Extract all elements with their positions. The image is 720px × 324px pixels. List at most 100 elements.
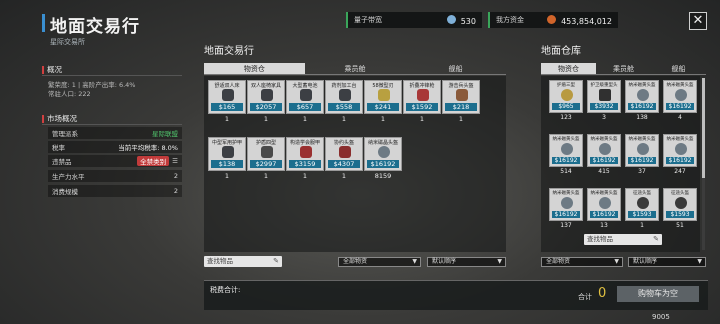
trade-tab-ships[interactable]: 舰船 bbox=[405, 63, 506, 74]
market-marker bbox=[42, 114, 44, 123]
trade-item[interactable]: 药剂加工台 $558 1 bbox=[325, 80, 363, 124]
warehouse-title: 地面仓库 bbox=[541, 46, 581, 57]
trade-item[interactable]: 纳米磁晶头盔 $16192 8159 bbox=[364, 137, 402, 181]
item-price: $4307 bbox=[328, 160, 360, 168]
trade-tab-crew[interactable]: 乘员舱 bbox=[305, 63, 406, 74]
item-thumb: 征途头盔 $1593 bbox=[663, 188, 697, 221]
chevron-down-icon: ▼ bbox=[412, 258, 417, 265]
warehouse-item[interactable]: 纳米磁黄头盔 $16192 415 bbox=[587, 134, 621, 176]
item-name: 纳米磁晶头盔 bbox=[367, 140, 398, 146]
item-price: $3159 bbox=[289, 160, 321, 168]
item-name: 纳米磁黄头盔 bbox=[552, 191, 580, 196]
trade-item[interactable]: 58微型刃 $241 1 bbox=[364, 80, 402, 124]
item-name: 护卫级重型头 bbox=[590, 83, 618, 88]
item-name: 游击兵头盔 bbox=[448, 83, 474, 89]
warehouse-item[interactable]: 纳米磁黄头盔 $16192 4 bbox=[663, 80, 697, 122]
item-thumb: 折叠冲锋枪 $1592 bbox=[403, 80, 441, 114]
page-title: 地面交易行 bbox=[50, 17, 140, 37]
item-qty: 1 bbox=[224, 115, 230, 123]
item-qty: 37 bbox=[638, 168, 646, 175]
warehouse-sort-value: 默认顺序 bbox=[633, 258, 658, 265]
trade-item[interactable]: 协约头盔 $4307 1 bbox=[325, 137, 363, 181]
item-qty: 137 bbox=[560, 222, 572, 229]
suit-icon bbox=[300, 146, 312, 158]
trade-item[interactable]: 双人座椅家具 $2057 1 bbox=[247, 80, 285, 124]
trade-tab-cargo[interactable]: 物资仓 bbox=[204, 63, 305, 74]
item-name: 中型军用护甲 bbox=[211, 140, 242, 146]
helmet-icon bbox=[675, 89, 687, 101]
item-name: 纳米磁黄头盔 bbox=[552, 137, 580, 142]
warehouse-item[interactable]: 纳米磁黄头盔 $16192 247 bbox=[663, 134, 697, 176]
item-name: 58微型刃 bbox=[372, 83, 394, 89]
item-thumb: 纳米磁黄头盔 $16192 bbox=[549, 188, 583, 221]
trade-item[interactable]: 护盾四型 $2997 1 bbox=[247, 137, 285, 181]
trade-sort-select[interactable]: 默认顺序 ▼ bbox=[427, 257, 506, 267]
trade-tabs: 物资仓 乘员舱 舰船 bbox=[204, 63, 506, 75]
trade-filter-select[interactable]: 全部物资 ▼ bbox=[338, 257, 421, 267]
trade-item[interactable]: 大型蓄电池 $657 1 bbox=[286, 80, 324, 124]
item-name: 药剂加工台 bbox=[331, 83, 357, 89]
item-price: $16192 bbox=[552, 157, 580, 164]
warehouse-item[interactable]: 征途头盔 $1593 51 bbox=[663, 188, 697, 230]
item-name: 构造学会服甲 bbox=[289, 140, 320, 146]
warehouse-item[interactable]: 纳米磁黄头盔 $16192 137 bbox=[549, 188, 583, 230]
warehouse-tab-crew[interactable]: 乘员舱 bbox=[596, 63, 651, 74]
item-price: $3932 bbox=[590, 103, 618, 110]
cart-empty-button[interactable]: 购物车为空 bbox=[617, 286, 699, 302]
item-name: 护盾三型 bbox=[557, 83, 575, 88]
item-thumb: 护盾四型 $2997 bbox=[247, 137, 285, 171]
trade-item[interactable]: 中型军用护甲 $138 1 bbox=[208, 137, 246, 181]
funds-coin-icon bbox=[547, 14, 557, 24]
warehouse-sort-select[interactable]: 默认顺序 ▼ bbox=[628, 257, 706, 267]
page-subtitle: 星际交易所 bbox=[50, 38, 85, 46]
item-thumb: 纳米磁晶头盔 $16192 bbox=[364, 137, 402, 171]
item-thumb: 护盾三型 $965 bbox=[549, 80, 583, 113]
item-qty: 8159 bbox=[374, 172, 392, 180]
item-thumb: 双人座椅家具 $2057 bbox=[247, 80, 285, 114]
warehouse-filter-select[interactable]: 全部物资 ▼ bbox=[541, 257, 623, 267]
item-thumb: 纳米磁黄头盔 $16192 bbox=[587, 134, 621, 167]
item-thumb: 大型蓄电池 $657 bbox=[286, 80, 324, 114]
item-qty: 138 bbox=[636, 114, 648, 121]
warehouse-item[interactable]: 纳米磁黄头盔 $16192 13 bbox=[587, 188, 621, 230]
item-price: $16192 bbox=[628, 157, 656, 164]
trade-item[interactable]: 舒适双人床 $165 1 bbox=[208, 80, 246, 124]
warehouse-scrollbar[interactable] bbox=[702, 78, 705, 250]
close-button[interactable]: ✕ bbox=[689, 12, 707, 30]
chevron-down-icon: ▼ bbox=[614, 258, 619, 265]
item-qty: 1 bbox=[640, 222, 644, 229]
item-thumb: 纳米磁黄头盔 $16192 bbox=[587, 188, 621, 221]
market-row-faction: 管理派系 星际联盟 bbox=[48, 127, 182, 139]
item-thumb: 纳米磁黄头盔 $16192 bbox=[663, 134, 697, 167]
warehouse-search-input[interactable]: 查找物品 ✎ bbox=[584, 234, 662, 245]
trade-item[interactable]: 构造学会服甲 $3159 1 bbox=[286, 137, 324, 181]
trade-item[interactable]: 游击兵头盔 $218 1 bbox=[442, 80, 480, 124]
warehouse-item[interactable]: 纳米磁黄头盔 $16192 37 bbox=[625, 134, 659, 176]
market-row-label: 违禁品 bbox=[52, 158, 72, 166]
helmet-icon bbox=[637, 89, 649, 101]
item-thumb: 纳米磁黄头盔 $16192 bbox=[549, 134, 583, 167]
trade-search-input[interactable]: 查找物品 ✎ bbox=[204, 256, 282, 267]
bed-icon bbox=[222, 89, 234, 101]
warehouse-tab-ships[interactable]: 舰船 bbox=[651, 63, 706, 74]
market-row-contraband[interactable]: 违禁品 全禁类别 ☰ bbox=[48, 155, 182, 167]
shield-icon bbox=[261, 146, 273, 158]
item-qty: 1 bbox=[263, 172, 269, 180]
warehouse-item[interactable]: 护盾三型 $965 123 bbox=[549, 80, 583, 122]
warehouse-tab-cargo[interactable]: 物资仓 bbox=[541, 63, 596, 74]
shield-icon bbox=[561, 89, 573, 101]
warehouse-item[interactable]: 纳米磁黄头盔 $16192 138 bbox=[625, 80, 659, 122]
warehouse-item[interactable]: 护卫级重型头 $3932 3 bbox=[587, 80, 621, 122]
item-price: $16192 bbox=[590, 211, 618, 218]
helmet-icon bbox=[675, 197, 687, 209]
warehouse-item[interactable]: 纳米磁黄头盔 $16192 514 bbox=[549, 134, 583, 176]
warehouse-item[interactable]: 征途头盔 $1593 1 bbox=[625, 188, 659, 230]
item-thumb: 58微型刃 $241 bbox=[364, 80, 402, 114]
item-price: $218 bbox=[445, 103, 477, 111]
scrollbar-thumb[interactable] bbox=[702, 78, 705, 178]
funds-label: 我方资金 bbox=[496, 16, 524, 24]
item-name: 征途头盔 bbox=[671, 191, 689, 196]
item-price: $16192 bbox=[666, 103, 694, 110]
trade-item[interactable]: 折叠冲锋枪 $1592 1 bbox=[403, 80, 441, 124]
total-label: 合计 bbox=[578, 293, 592, 301]
